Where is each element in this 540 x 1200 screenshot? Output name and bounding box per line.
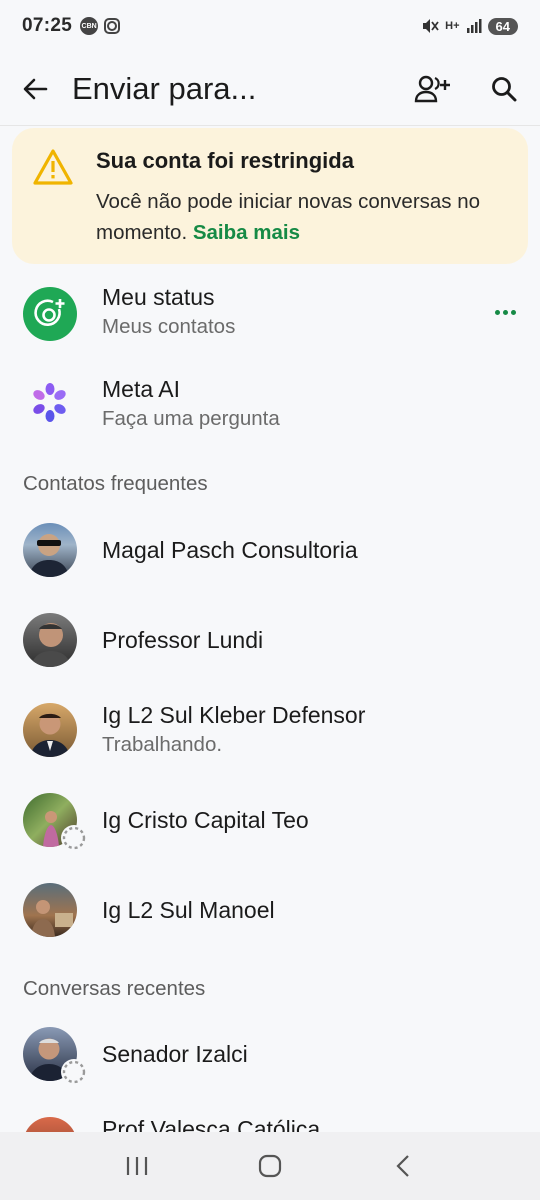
- contact-name: Professor Lundi: [102, 627, 264, 653]
- app-bar: Enviar para...: [0, 52, 540, 126]
- contact-subtitle: Meus contatos: [102, 315, 236, 338]
- status-bar: 07:25 CBN H+ 64: [0, 0, 540, 52]
- restriction-banner: Sua conta foi restringida Você não pode …: [12, 128, 528, 264]
- status-options-button[interactable]: [495, 310, 516, 315]
- contact-name: Ig L2 Sul Manoel: [102, 897, 275, 923]
- contact-row[interactable]: Ig L2 Sul Manoel: [0, 878, 540, 942]
- section-header-recent: Conversas recentes: [23, 977, 206, 1000]
- chevron-left-icon: [396, 1155, 410, 1177]
- network-type: H+: [445, 20, 460, 32]
- dot-icon: [511, 310, 516, 315]
- search-icon: [492, 76, 517, 101]
- recent-apps-button[interactable]: [107, 1136, 167, 1196]
- contact-row[interactable]: Ig L2 Sul Kleber Defensor Trabalhando.: [0, 698, 540, 762]
- arrow-back-icon: [23, 78, 48, 99]
- cbn-notification-icon: CBN: [80, 17, 99, 35]
- system-back-button[interactable]: [373, 1136, 433, 1196]
- battery-badge: 64: [487, 17, 518, 35]
- contact-name: Magal Pasch Consultoria: [102, 537, 358, 563]
- person-photo-icon: [31, 900, 73, 937]
- home-icon: [258, 1154, 282, 1178]
- contact-row[interactable]: Professor Lundi: [0, 608, 540, 672]
- mute-icon: [423, 19, 439, 33]
- status-avatar: [23, 287, 77, 341]
- avatar: [23, 523, 77, 577]
- add-people-icon: [414, 75, 450, 102]
- avatar: [23, 703, 77, 757]
- instagram-notification-icon: [104, 18, 121, 34]
- dot-icon: [503, 310, 508, 315]
- contact-subtitle: Trabalhando.: [102, 733, 223, 756]
- contact-name: Meu status: [102, 284, 215, 310]
- contact-row[interactable]: Senador Izalci: [0, 1022, 540, 1086]
- contact-name: Ig L2 Sul Kleber Defensor: [102, 702, 366, 728]
- banner-text: Você não pode iniciar novas conversas no…: [96, 186, 516, 248]
- search-button[interactable]: [468, 52, 540, 126]
- home-button[interactable]: [240, 1136, 300, 1196]
- warning-icon: [33, 149, 73, 185]
- meta-ai-row[interactable]: Meta AI Faça uma pergunta: [0, 370, 540, 442]
- signal-icon: [466, 19, 482, 33]
- status-time: 07:25: [22, 15, 73, 36]
- person-photo-icon: [30, 713, 70, 757]
- loading-spinner-icon: [61, 1059, 87, 1085]
- loading-spinner-icon: [61, 825, 87, 851]
- section-header-frequent: Contatos frequentes: [23, 472, 208, 495]
- contact-row[interactable]: Ig Cristo Capital Teo: [0, 788, 540, 852]
- new-group-button[interactable]: [396, 52, 468, 126]
- system-navigation-bar: [0, 1132, 540, 1200]
- person-photo-icon: [29, 534, 69, 577]
- learn-more-link[interactable]: Saiba mais: [193, 221, 300, 244]
- contact-subtitle: Faça uma pergunta: [102, 407, 280, 430]
- add-status-icon: [34, 299, 65, 327]
- avatar: [23, 613, 77, 667]
- contact-name: Ig Cristo Capital Teo: [102, 807, 309, 833]
- dot-icon: [495, 310, 500, 315]
- meta-ai-avatar: [23, 376, 77, 430]
- back-button[interactable]: [0, 52, 70, 126]
- person-photo-icon: [31, 623, 71, 667]
- meta-ai-icon: [33, 383, 66, 422]
- contact-name: Senador Izalci: [102, 1041, 248, 1067]
- recent-apps-icon: [126, 1157, 147, 1175]
- banner-title: Sua conta foi restringida: [96, 148, 354, 173]
- my-status-row[interactable]: Meu status Meus contatos: [0, 278, 540, 350]
- contact-row[interactable]: Magal Pasch Consultoria: [0, 518, 540, 582]
- page-title: Enviar para...: [72, 70, 257, 106]
- contact-name: Meta AI: [102, 376, 180, 402]
- avatar: [23, 883, 77, 937]
- status-right: H+ 64: [421, 17, 518, 35]
